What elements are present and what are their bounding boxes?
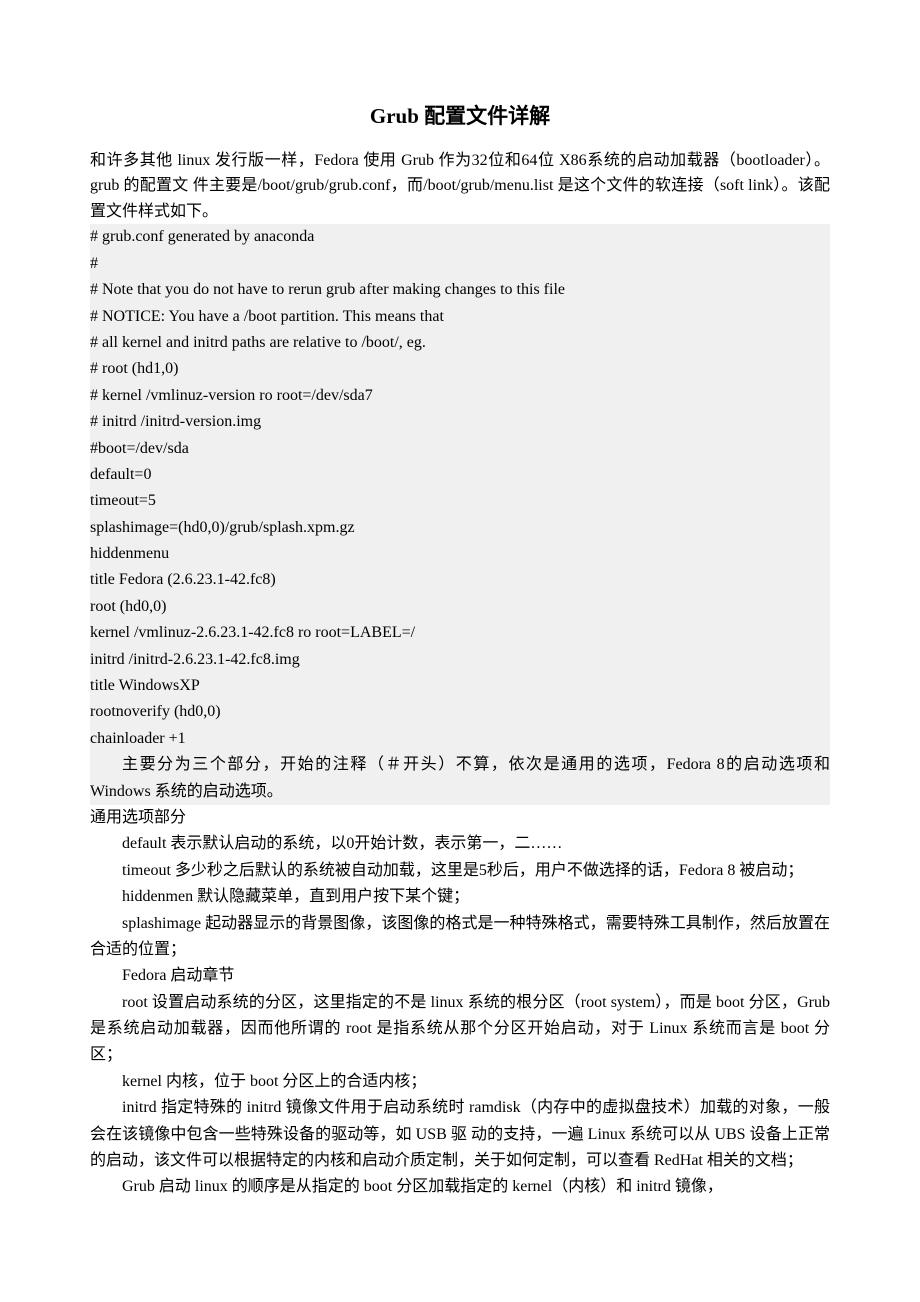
document-page: Grub 配置文件详解 和许多其他 linux 发行版一样，Fedora 使用 … <box>0 0 920 1261</box>
code-line: kernel /vmlinuz-2.6.23.1-42.fc8 ro root=… <box>90 620 830 646</box>
code-line: # root (hd1,0) <box>90 356 830 382</box>
summary-text: 主要分为三个部分，开始的注释（＃开头）不算，依次是通用的选项，Fedora 8的… <box>90 752 830 805</box>
code-line: title WindowsXP <box>90 673 830 699</box>
code-line: #boot=/dev/sda <box>90 436 830 462</box>
code-line: # all kernel and initrd paths are relati… <box>90 330 830 356</box>
code-line: initrd /initrd-2.6.23.1-42.fc8.img <box>90 647 830 673</box>
common-options-heading: 通用选项部分 <box>90 805 830 831</box>
code-line: title Fedora (2.6.23.1-42.fc8) <box>90 567 830 593</box>
intro-paragraph: 和许多其他 linux 发行版一样，Fedora 使用 Grub 作为32位和6… <box>90 148 830 225</box>
code-line: chainloader +1 <box>90 726 830 752</box>
code-line: # initrd /initrd-version.img <box>90 409 830 435</box>
code-line: hiddenmenu <box>90 541 830 567</box>
code-line: rootnoverify (hd0,0) <box>90 699 830 725</box>
document-title: Grub 配置文件详解 <box>90 100 830 134</box>
code-line: splashimage=(hd0,0)/grub/splash.xpm.gz <box>90 515 830 541</box>
fedora-section-heading: Fedora 启动章节 <box>90 963 830 989</box>
code-line: # <box>90 251 830 277</box>
grub-sequence-explain: Grub 启动 linux 的顺序是从指定的 boot 分区加载指定的 kern… <box>90 1174 830 1200</box>
summary-block: 主要分为三个部分，开始的注释（＃开头）不算，依次是通用的选项，Fedora 8的… <box>90 752 830 805</box>
splashimage-explain: splashimage 起动器显示的背景图像，该图像的格式是一种特殊格式，需要特… <box>90 911 830 964</box>
code-line: # kernel /vmlinuz-version ro root=/dev/s… <box>90 383 830 409</box>
root-explain: root 设置启动系统的分区，这里指定的不是 linux 系统的根分区（root… <box>90 990 830 1069</box>
code-line: # grub.conf generated by anaconda <box>90 224 830 250</box>
code-line: default=0 <box>90 462 830 488</box>
default-explain: default 表示默认启动的系统，以0开始计数，表示第一，二…… <box>90 831 830 857</box>
code-line: # Note that you do not have to rerun gru… <box>90 277 830 303</box>
code-line: # NOTICE: You have a /boot partition. Th… <box>90 304 830 330</box>
config-code-block: # grub.conf generated by anaconda # # No… <box>90 224 830 752</box>
timeout-explain: timeout 多少秒之后默认的系统被自动加载，这里是5秒后，用户不做选择的话，… <box>90 858 830 884</box>
kernel-explain: kernel 内核，位于 boot 分区上的合适内核； <box>90 1069 830 1095</box>
code-line: timeout=5 <box>90 488 830 514</box>
code-line: root (hd0,0) <box>90 594 830 620</box>
initrd-explain: initrd 指定特殊的 initrd 镜像文件用于启动系统时 ramdisk（… <box>90 1095 830 1174</box>
hiddenmen-explain: hiddenmen 默认隐藏菜单，直到用户按下某个键； <box>90 884 830 910</box>
